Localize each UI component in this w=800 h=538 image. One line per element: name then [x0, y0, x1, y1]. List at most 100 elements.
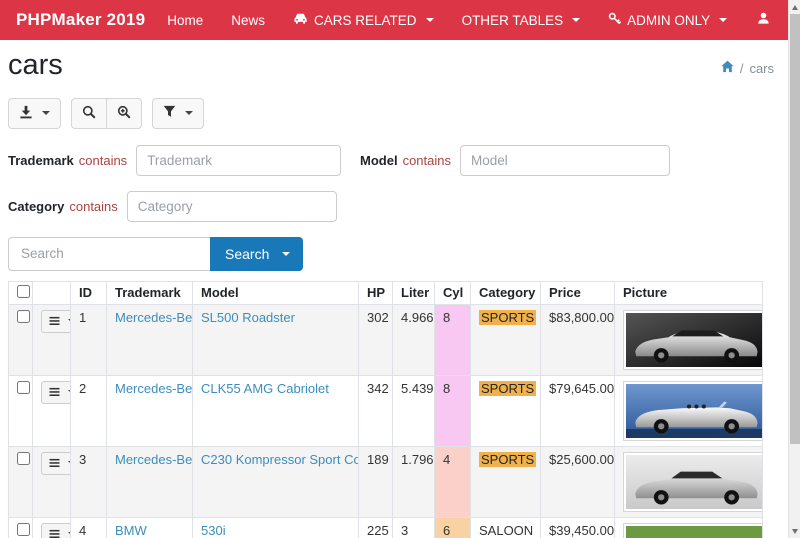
car-picture: [623, 310, 763, 370]
trademark-link[interactable]: Mercedes-Benz: [115, 452, 193, 467]
table-header-row: ID Trademark Model HP Liter Cyl Category…: [9, 281, 763, 304]
filter-row-1: Trademark contains Model contains: [8, 145, 774, 176]
car-picture: [623, 381, 763, 441]
cell-category: SPORTS: [479, 381, 536, 396]
trademark-link[interactable]: Mercedes-Benz: [115, 310, 193, 325]
vertical-scrollbar[interactable]: [788, 0, 800, 538]
search-input[interactable]: [8, 237, 210, 271]
export-button[interactable]: [8, 98, 61, 129]
cell-category: SPORTS: [479, 452, 536, 467]
nav-item-other-tables[interactable]: OTHER TABLES: [448, 0, 595, 40]
trademark-link[interactable]: Mercedes-Benz: [115, 381, 193, 396]
cell-liter: 3: [393, 517, 435, 538]
row-checkbox[interactable]: [17, 310, 30, 323]
show-search-panel-button[interactable]: [71, 98, 107, 129]
nav-item-cars-related[interactable]: CARS RELATED: [279, 0, 448, 40]
nav-home-label: Home: [167, 13, 203, 28]
car-picture: [623, 523, 763, 538]
cell-id: 3: [71, 446, 107, 517]
cell-cyl: 4: [435, 446, 471, 517]
cell-price: $25,600.00: [541, 446, 615, 517]
home-icon[interactable]: [721, 60, 734, 76]
table-row: 3 Mercedes-Benz C230 Kompressor Sport Co…: [9, 446, 763, 517]
scroll-down-arrow[interactable]: [789, 524, 800, 538]
row-options-button[interactable]: [41, 381, 71, 404]
car-icon: [293, 12, 308, 28]
header-price: Price: [541, 281, 615, 304]
app-viewport: PHPMaker 2019 Home News CARS RELATED OTH…: [0, 0, 800, 538]
search-button[interactable]: Search: [210, 237, 303, 271]
cell-id: 2: [71, 375, 107, 446]
toolbar: [8, 98, 774, 129]
row-options-button[interactable]: [41, 452, 71, 475]
search-button-group: [71, 98, 142, 129]
row-options-button[interactable]: [41, 523, 71, 538]
header-trademark: Trademark: [107, 281, 193, 304]
nav-other-tables-label: OTHER TABLES: [462, 13, 564, 28]
header-picture: Picture: [615, 281, 763, 304]
scrollbar-thumb[interactable]: [790, 14, 800, 444]
chevron-down-icon: [42, 111, 50, 115]
cell-category: SPORTS: [479, 310, 536, 325]
filter-category-input[interactable]: [127, 191, 337, 222]
select-all-checkbox[interactable]: [17, 285, 30, 298]
filter-icon: [163, 105, 176, 121]
header-hp: HP: [359, 281, 393, 304]
header-id: ID: [71, 281, 107, 304]
model-link[interactable]: SL500 Roadster: [201, 310, 295, 325]
nav-item-home[interactable]: Home: [153, 0, 217, 40]
page-title: cars: [8, 50, 63, 82]
nav-cars-related-label: CARS RELATED: [314, 13, 417, 28]
car-picture: [623, 452, 763, 512]
model-link[interactable]: 530i: [201, 523, 226, 538]
nav-item-news[interactable]: News: [217, 0, 279, 40]
row-checkbox[interactable]: [17, 523, 30, 536]
filter-row-2: Category contains: [8, 191, 774, 222]
search-plus-icon: [117, 105, 131, 122]
cell-category: SALOON: [479, 523, 533, 538]
filter-category-label: Category: [8, 199, 64, 214]
nav-item-admin-only[interactable]: ADMIN ONLY: [594, 0, 741, 40]
filter-trademark: Trademark contains: [8, 145, 360, 176]
chevron-down-icon: [572, 18, 580, 22]
cell-hp: 225: [359, 517, 393, 538]
row-checkbox[interactable]: [17, 452, 30, 465]
filter-trademark-input[interactable]: [136, 145, 341, 176]
breadcrumb-separator: /: [740, 61, 744, 76]
chevron-down-icon: [185, 111, 193, 115]
nav-admin-only-label: ADMIN ONLY: [627, 13, 710, 28]
model-link[interactable]: C230 Kompressor Sport Coupe: [201, 452, 359, 467]
key-icon: [608, 12, 621, 28]
filter-category-operator: contains: [69, 199, 117, 214]
header-cyl: Cyl: [435, 281, 471, 304]
header-model: Model: [193, 281, 359, 304]
breadcrumb: / cars: [721, 60, 774, 76]
header-category: Category: [471, 281, 541, 304]
user-menu[interactable]: [749, 11, 778, 30]
filter-button[interactable]: [152, 98, 204, 129]
filter-model-operator: contains: [403, 153, 451, 168]
cell-price: $83,800.00: [541, 304, 615, 375]
row-checkbox[interactable]: [17, 381, 30, 394]
row-options-button[interactable]: [41, 310, 71, 333]
model-link[interactable]: CLK55 AMG Cabriolet: [201, 381, 329, 396]
scroll-up-arrow[interactable]: [789, 0, 800, 14]
filter-model-input[interactable]: [460, 145, 670, 176]
brand[interactable]: PHPMaker 2019: [8, 10, 153, 30]
download-icon: [19, 105, 33, 122]
cell-cyl: 6: [435, 517, 471, 538]
cell-liter: 5.439: [393, 375, 435, 446]
hamburger-icon: [49, 385, 60, 400]
search-dropdown-caret[interactable]: [282, 252, 290, 256]
breadcrumb-current: cars: [749, 61, 774, 76]
quick-search: Search: [8, 237, 774, 271]
highlight-search-button[interactable]: [106, 98, 142, 129]
cell-liter: 4.966: [393, 304, 435, 375]
filter-model: Model contains: [360, 145, 670, 176]
trademark-link[interactable]: BMW: [115, 523, 147, 538]
cell-hp: 189: [359, 446, 393, 517]
filter-trademark-label: Trademark: [8, 153, 74, 168]
nav-news-label: News: [231, 13, 265, 28]
filter-category: Category contains: [8, 191, 337, 222]
cell-id: 1: [71, 304, 107, 375]
